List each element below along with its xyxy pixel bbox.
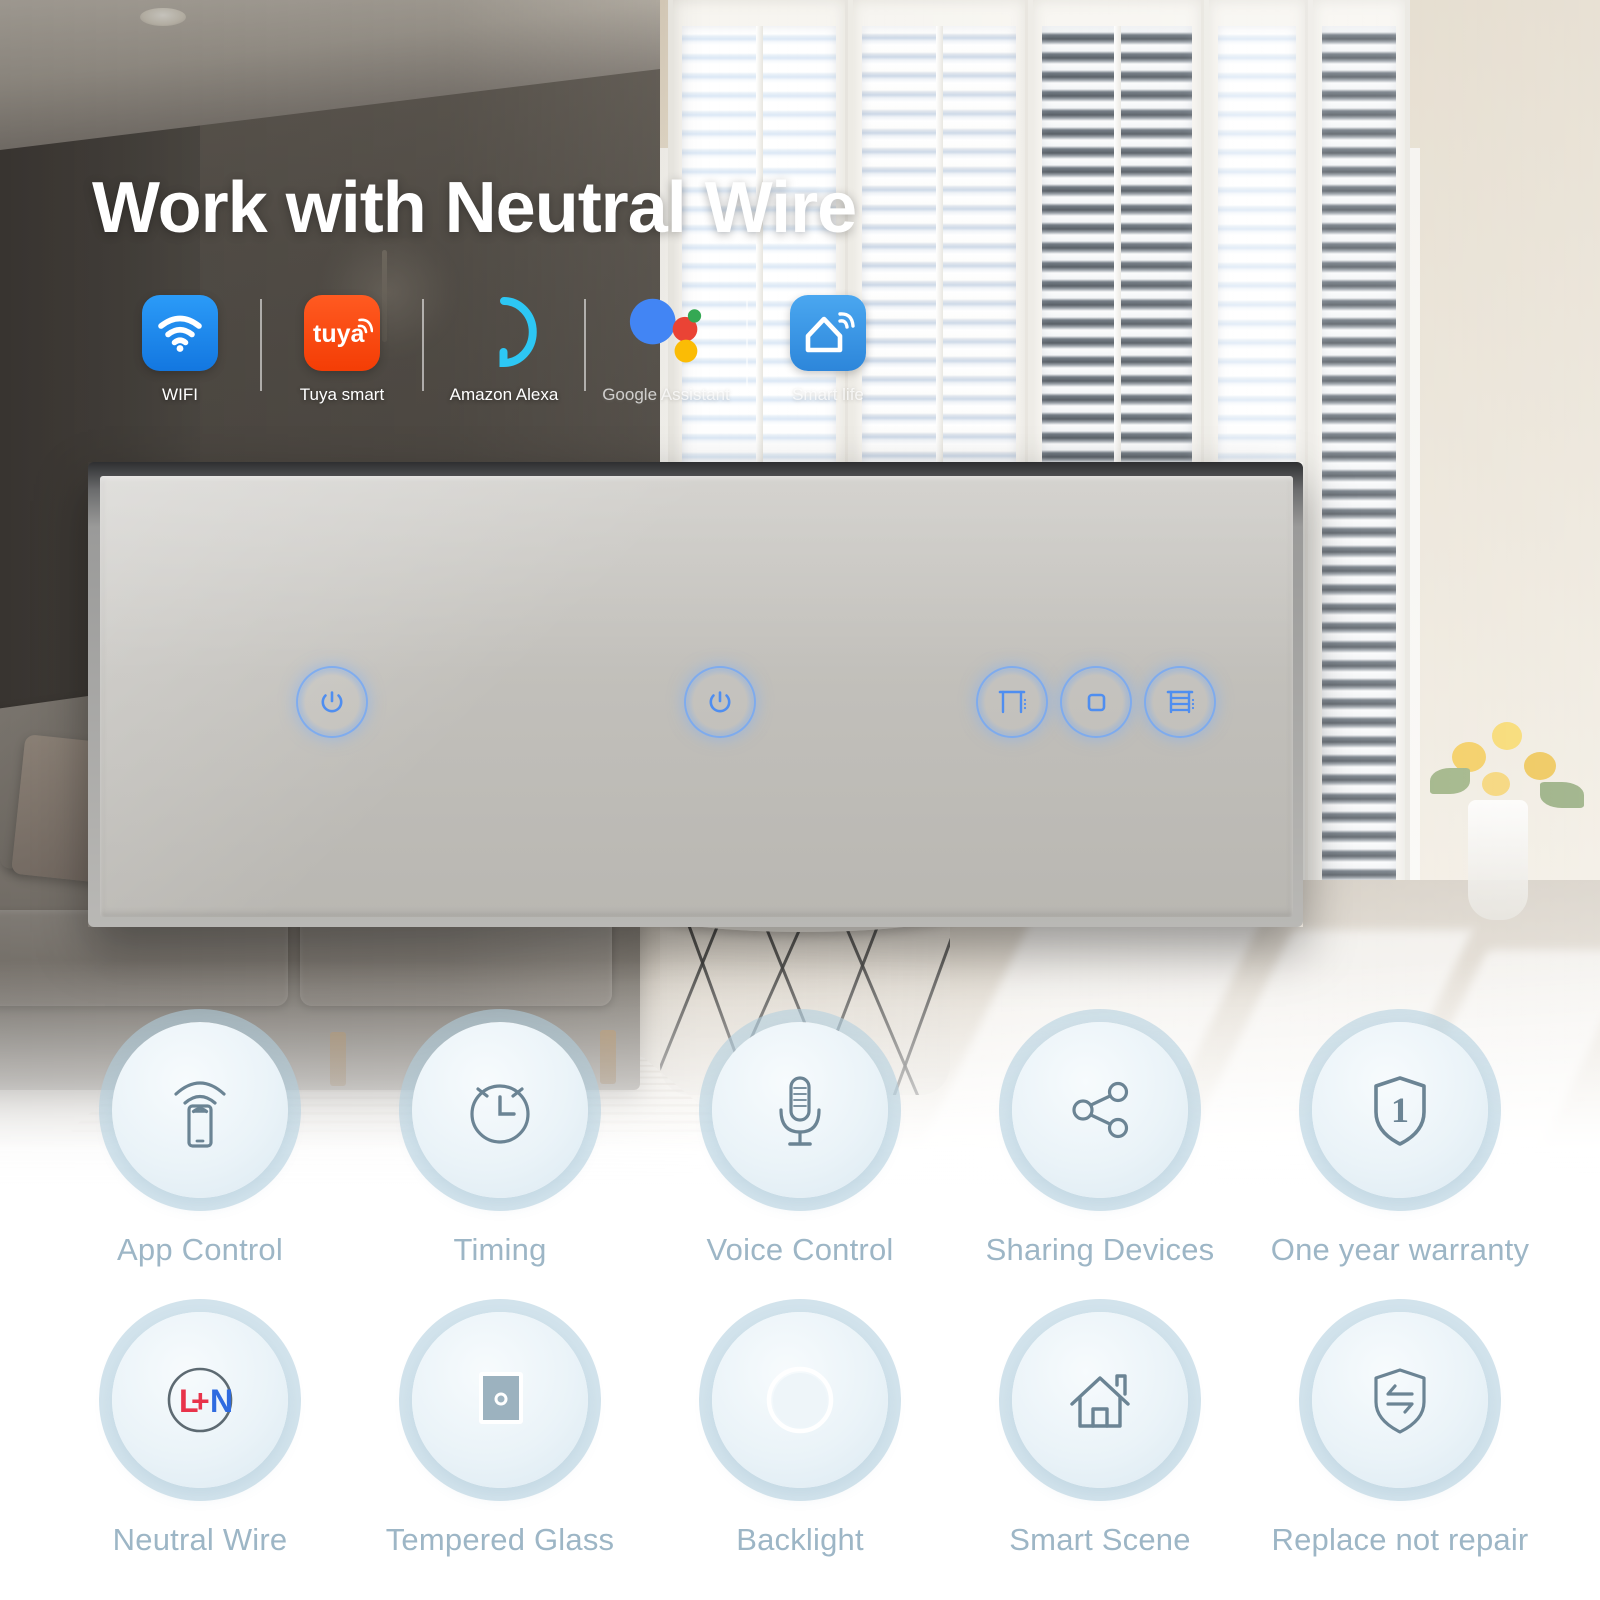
tuya-logo-icon: tuya — [304, 295, 380, 371]
feature-sharing-devices: Sharing Devices — [950, 1022, 1250, 1268]
feature-label: Neutral Wire — [112, 1522, 288, 1557]
feature-label: Smart Scene — [1009, 1522, 1191, 1557]
feature-grid: App Control Timing Voice Control Sharing… — [0, 1022, 1600, 1558]
phone-signal-icon — [174, 1081, 226, 1148]
flower-vase — [1468, 800, 1528, 920]
feature-label: Backlight — [736, 1522, 864, 1557]
power-icon — [321, 691, 343, 713]
feature-icon-badge — [712, 1022, 888, 1198]
feature-row-2: L + N Neutral Wire Tempered Glass Backli… — [0, 1312, 1600, 1558]
feature-app-control: App Control — [50, 1022, 350, 1268]
microphone-icon — [779, 1076, 821, 1146]
share-nodes-icon — [1072, 1081, 1129, 1139]
brand-tuya-smart: tuya Tuya smart — [262, 295, 422, 405]
shield-one-icon: 1 — [1374, 1076, 1426, 1146]
flower-foliage — [1540, 782, 1584, 808]
brand-wifi: WIFI — [100, 295, 260, 405]
feature-replace-not-repair: Replace not repair — [1250, 1312, 1550, 1558]
touch-button-curtain-open[interactable] — [976, 666, 1048, 738]
feature-tempered-glass: Tempered Glass — [350, 1312, 650, 1558]
touch-button-curtain-stop[interactable] — [1060, 666, 1132, 738]
curtain-close-icon — [1166, 690, 1195, 714]
flower-bloom — [1482, 772, 1510, 796]
flower-bloom — [1492, 722, 1522, 750]
feature-label: Sharing Devices — [985, 1232, 1215, 1267]
feature-row-1: App Control Timing Voice Control Sharing… — [0, 1022, 1600, 1268]
brand-label: WIFI — [162, 385, 198, 404]
shutter-slats — [1322, 26, 1396, 1027]
brand-smart-life: Smart life — [748, 295, 908, 405]
shield-exchange-icon — [1374, 1368, 1426, 1434]
smart-switch-panel — [88, 462, 1303, 927]
touch-button-gang-2[interactable] — [684, 666, 756, 738]
power-icon — [709, 691, 731, 713]
brand-amazon-alexa: Amazon Alexa — [424, 295, 584, 405]
feature-label: One year warranty — [1270, 1232, 1530, 1267]
brand-label: Smart life — [792, 385, 864, 404]
compatibility-strip: WIFI tuya Tuya smart Amazon Alexa Google… — [100, 295, 908, 405]
feature-timing: Timing — [350, 1022, 650, 1268]
feature-label: Tempered Glass — [385, 1522, 615, 1557]
panel-sheen — [100, 476, 1293, 675]
ceiling-light — [140, 8, 186, 26]
feature-icon-badge: 1 — [1312, 1022, 1488, 1198]
plus-sign: + — [191, 1383, 210, 1419]
touch-button-gang-1[interactable] — [296, 666, 368, 738]
feature-label: Timing — [453, 1232, 547, 1267]
house-icon — [1070, 1374, 1130, 1428]
page-title: Work with Neutral Wire — [92, 168, 857, 248]
feature-icon-badge — [1312, 1312, 1488, 1488]
curtain-open-icon — [998, 690, 1027, 714]
feature-icon-badge — [712, 1312, 888, 1488]
brand-label: Tuya smart — [299, 385, 385, 404]
l-plus-n-icon: L + N — [167, 1367, 233, 1433]
panel-glass-face — [100, 476, 1293, 917]
svg-text:tuya: tuya — [313, 320, 366, 348]
smart-life-icon — [790, 295, 866, 371]
glass-panel-icon — [479, 1372, 523, 1424]
google-assistant-icon — [628, 295, 704, 371]
flower-foliage — [1430, 768, 1470, 794]
neutral-letter: N — [210, 1383, 233, 1419]
backlight-ring-icon — [766, 1366, 834, 1434]
feature-icon-badge — [412, 1312, 588, 1488]
feature-warranty: 1 One year warranty — [1250, 1022, 1550, 1268]
feature-label: Voice Control — [706, 1232, 894, 1267]
warranty-year-number: 1 — [1391, 1090, 1409, 1130]
feature-icon-badge — [1012, 1022, 1188, 1198]
alexa-ring-icon — [466, 295, 542, 371]
feature-neutral-wire: L + N Neutral Wire — [50, 1312, 350, 1558]
feature-icon-badge — [412, 1022, 588, 1198]
feature-icon-badge — [1012, 1312, 1188, 1488]
feature-voice-control: Voice Control — [650, 1022, 950, 1268]
brand-label: Google Assistant — [602, 385, 730, 404]
feature-backlight: Backlight — [650, 1312, 950, 1558]
curtain-stop-icon — [1087, 693, 1106, 712]
feature-icon-badge: L + N — [112, 1312, 288, 1488]
brand-google-assistant: Google Assistant — [586, 295, 746, 405]
wifi-icon — [142, 295, 218, 371]
feature-smart-scene: Smart Scene — [950, 1312, 1250, 1558]
feature-label: App Control — [117, 1232, 283, 1267]
flower-bloom — [1524, 752, 1556, 780]
alarm-clock-icon — [470, 1084, 530, 1144]
brand-label: Amazon Alexa — [449, 385, 559, 404]
feature-label: Replace not repair — [1271, 1522, 1529, 1557]
feature-icon-badge — [112, 1022, 288, 1198]
touch-button-curtain-close[interactable] — [1144, 666, 1216, 738]
